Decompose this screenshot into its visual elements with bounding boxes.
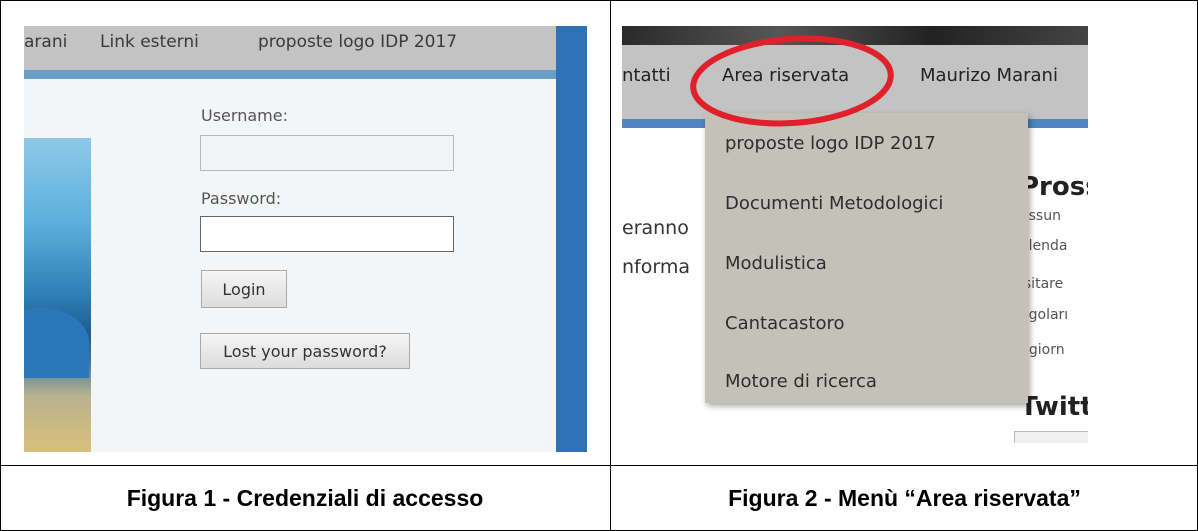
dropdown-item-motore-di-ricerca[interactable]: Motore di ricerca xyxy=(725,371,877,392)
side-input[interactable] xyxy=(1014,431,1088,443)
right-side-bar xyxy=(556,26,587,452)
username-field[interactable] xyxy=(200,135,454,171)
table-divider-vertical xyxy=(610,0,611,531)
content-text-line-2: nforma xyxy=(622,256,690,278)
photo-dome xyxy=(24,308,89,378)
nav-item-maurizo-marani[interactable]: Maurizo Marani xyxy=(920,65,1058,86)
dropdown-item-proposte-logo[interactable]: proposte logo IDP 2017 xyxy=(725,133,936,154)
side-heading-twitter: Twitt xyxy=(1020,392,1088,422)
content-text-line-1: eranno xyxy=(622,217,689,239)
nav-item-marani[interactable]: arani xyxy=(24,32,67,52)
nav-item-area-riservata[interactable]: Area riservata xyxy=(722,65,849,86)
password-field[interactable] xyxy=(200,216,454,252)
password-label: Password: xyxy=(201,189,282,208)
dropdown-item-modulistica[interactable]: Modulistica xyxy=(725,253,827,274)
nav-underline-bar xyxy=(24,70,556,79)
dropdown-item-cantacastoro[interactable]: Cantacastoro xyxy=(725,313,845,334)
nav-item-link-esterni[interactable]: Link esterni xyxy=(100,32,199,52)
side-heading-prossimi: Pross xyxy=(1020,172,1088,202)
nav-item-contatti[interactable]: ntatti xyxy=(622,65,671,86)
nav-item-proposte-logo[interactable]: proposte logo IDP 2017 xyxy=(258,32,457,52)
header-banner xyxy=(622,26,1088,45)
username-label: Username: xyxy=(201,106,288,125)
figure-1-screenshot: arani Link esterni proposte logo IDP 201… xyxy=(24,26,587,452)
figure-2-screenshot: ntatti Area riservata Maurizo Marani era… xyxy=(622,26,1088,443)
caption-figure-2: Figura 2 - Menù “Area riservata” xyxy=(728,484,1081,511)
login-button[interactable]: Login xyxy=(201,270,287,308)
area-riservata-dropdown: proposte logo IDP 2017 Documenti Metodol… xyxy=(705,113,1028,403)
caption-figure-1: Figura 1 - Credenziali di accesso xyxy=(126,484,484,511)
lost-password-button[interactable]: Lost your password? xyxy=(200,333,410,369)
top-nav-bar: ntatti Area riservata Maurizo Marani xyxy=(622,45,1088,119)
top-nav-bar: arani Link esterni proposte logo IDP 201… xyxy=(24,26,556,70)
dropdown-item-documenti-metodologici[interactable]: Documenti Metodologici xyxy=(725,193,943,214)
header-photo xyxy=(24,138,91,452)
